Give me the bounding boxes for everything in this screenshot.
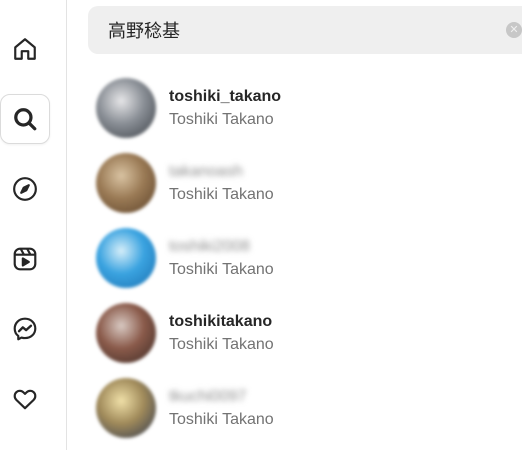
avatar <box>96 228 156 288</box>
clear-search-button[interactable]: ✕ <box>506 22 522 38</box>
avatar <box>96 378 156 438</box>
search-result-item[interactable]: tkuchi0097 Toshiki Takano <box>96 376 516 440</box>
reels-icon <box>13 247 37 271</box>
result-username: toshikitakano <box>169 313 273 330</box>
nav-messenger[interactable] <box>0 304 50 354</box>
nav-home[interactable] <box>0 24 50 74</box>
result-fullname: Toshiki Takano <box>169 261 274 278</box>
nav-search[interactable] <box>0 94 50 144</box>
result-username: tkuchi0097 <box>169 388 247 405</box>
nav-notifications[interactable] <box>0 374 50 424</box>
result-fullname: Toshiki Takano <box>169 186 274 203</box>
explore-icon <box>13 177 37 201</box>
result-fullname: Toshiki Takano <box>169 111 274 128</box>
result-username: toshiki_takano <box>169 88 282 105</box>
avatar <box>96 303 156 363</box>
search-result-item[interactable]: toshiki_takano Toshiki Takano <box>96 76 516 140</box>
avatar <box>96 153 156 213</box>
search-input[interactable] <box>108 19 488 41</box>
result-username: takanoash <box>169 163 243 180</box>
result-username: toshiki2008 <box>169 238 250 255</box>
result-fullname: Toshiki Takano <box>169 411 274 428</box>
search-icon <box>14 108 37 131</box>
nav-explore[interactable] <box>0 164 50 214</box>
nav-rail <box>0 0 67 450</box>
result-fullname: Toshiki Takano <box>169 336 274 353</box>
search-result-item[interactable]: toshikitakano Toshiki Takano <box>96 301 516 365</box>
notifications-heart-icon <box>13 389 37 410</box>
search-result-item[interactable]: takanoash Toshiki Takano <box>96 151 516 215</box>
home-icon <box>14 38 36 60</box>
messenger-icon <box>13 317 37 341</box>
avatar <box>96 78 156 138</box>
search-bar: ✕ <box>88 6 522 54</box>
nav-reels[interactable] <box>0 234 50 284</box>
search-result-item[interactable]: toshiki2008 Toshiki Takano <box>96 226 516 290</box>
